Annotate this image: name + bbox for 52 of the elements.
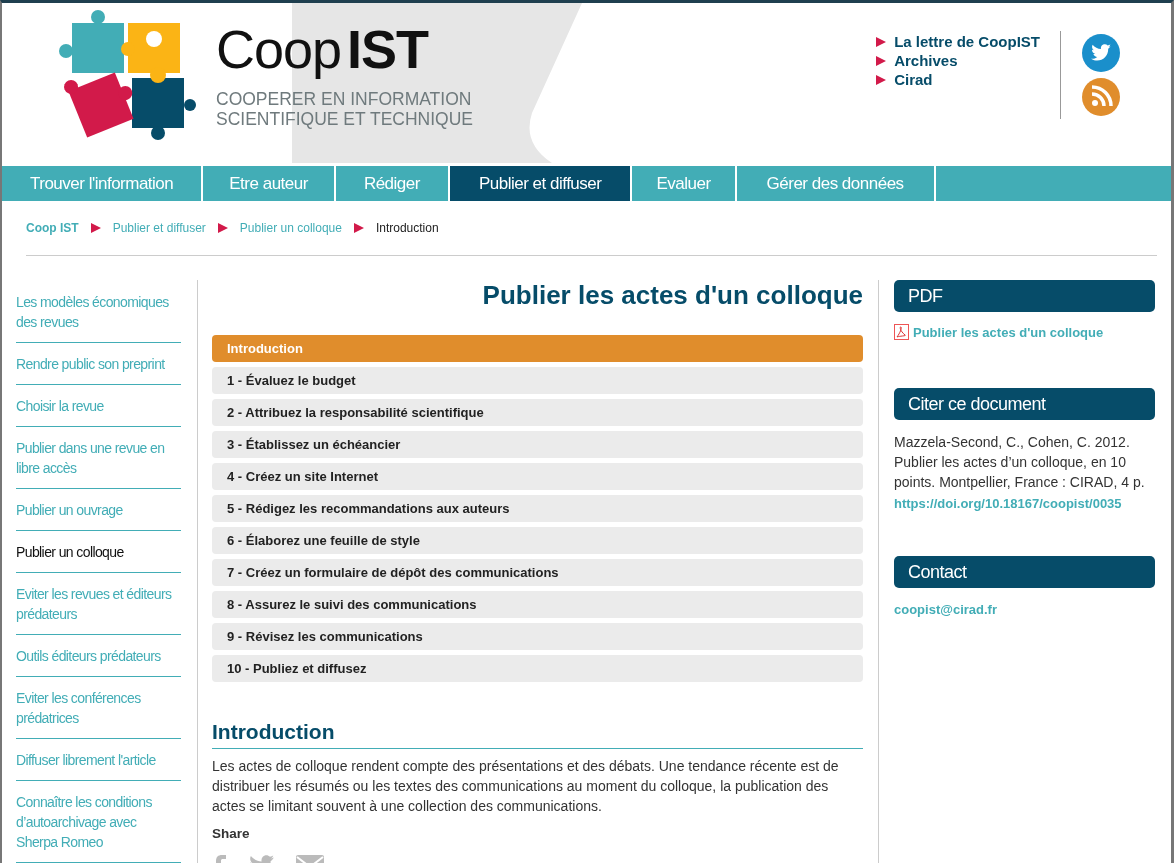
rss-icon[interactable] [1081,77,1121,117]
triangle-icon [876,36,887,47]
triangle-icon [353,223,364,233]
triangle-icon [876,55,887,66]
sidebar-link[interactable]: Choisir la revue [16,385,181,427]
sidebar-link[interactable]: Eviter les revues et éditeurs prédateurs [16,573,181,635]
triangle-icon [90,223,101,233]
top-link[interactable]: Archives [894,52,958,69]
breadcrumb-link[interactable]: Publier et diffuser [112,221,206,235]
nav-tab[interactable]: Publier et diffuser [449,166,633,201]
twitter-icon[interactable] [1081,33,1121,73]
page-title: Publier les actes d'un colloque [481,280,863,311]
sidebar-link[interactable]: Diffuser librement l'article [16,739,181,781]
panel-heading: Citer ce document [894,388,1155,420]
email-link[interactable]: coopist@cirad.fr [894,602,997,617]
toc-item[interactable]: 3 - Établissez un échéancier [212,431,863,458]
logo-tagline: COOPERER EN INFORMATION SCIENTIFIQUE ET TECHNIQUE [216,89,474,129]
section-heading: Introduction [212,720,863,749]
sidebar-link[interactable]: Outils éditeurs prédateurs [16,635,181,677]
breadcrumb-link[interactable]: Coop IST [26,221,79,235]
toc-item[interactable]: 6 - Élaborez une feuille de style [212,527,863,554]
sidebar-link[interactable]: Publier un colloque [16,531,181,573]
breadcrumb-link[interactable]: Publier un colloque [239,221,342,235]
logo-wordmark: CoopIST [216,19,430,79]
sidebar-link[interactable]: Publier un ouvrage [16,489,181,531]
toc-item[interactable]: 2 - Attribuez la responsabilité scientifique [212,399,863,426]
citation-text: Mazzela-Second, C., Cohen, C. 2012. Publier les actes d’un colloque, en 10 points. Montpellier, France : CIRAD, 4 p. [894,433,1146,492]
sidebar-link[interactable]: Eviter les conférences prédatrices [16,677,181,739]
toc-item[interactable]: 1 - Évaluez le budget [212,367,863,394]
panel-heading: Contact [894,556,1155,588]
share-label: Share [212,826,251,841]
panel-heading: PDF [894,280,1155,312]
sidebar-link[interactable]: Les modèles économiques des revues [16,280,181,343]
breadcrumb-current: Introduction [375,221,439,235]
triangle-icon [217,223,228,233]
doi-link[interactable]: https://doi.org/10.18167/coopist/0035 [894,496,1122,511]
toc-item[interactable]: 9 - Révisez les communications [212,623,863,650]
top-link[interactable]: Cirad [894,71,933,88]
toc-item[interactable]: 5 - Rédigez les recommandations aux auteurs [212,495,863,522]
sidebar-link[interactable]: Rendre public son preprint [16,343,181,385]
toc-item[interactable]: 8 - Assurez le suivi des communications [212,591,863,618]
sidebar-link[interactable]: Connaître les conditions d’autoarchivage avec Sherpa Romeo [16,781,181,863]
sidebar-link[interactable]: Publier dans une revue en libre accès [16,427,181,489]
toc-item[interactable]: Introduction [212,335,863,362]
intro-paragraph: Les actes de colloque rendent compte des présentations et des débats. Une tendance récente est de distribuer les résumés ou les textes des communications au moment du colloque, la publication des actes se limitant souvent à une collection des communications. [212,757,840,816]
toc-item[interactable]: 7 - Créez un formulaire de dépôt des communications [212,559,863,586]
pdf-icon [894,324,909,340]
toc-item[interactable]: 10 - Publiez et diffusez [212,655,863,682]
top-link[interactable]: La lettre de CoopIST [894,33,1040,50]
toc-item[interactable]: 4 - Créez un site Internet [212,463,863,490]
pdf-link[interactable]: Publier les actes d'un colloque [894,324,1104,340]
triangle-icon [876,74,887,85]
